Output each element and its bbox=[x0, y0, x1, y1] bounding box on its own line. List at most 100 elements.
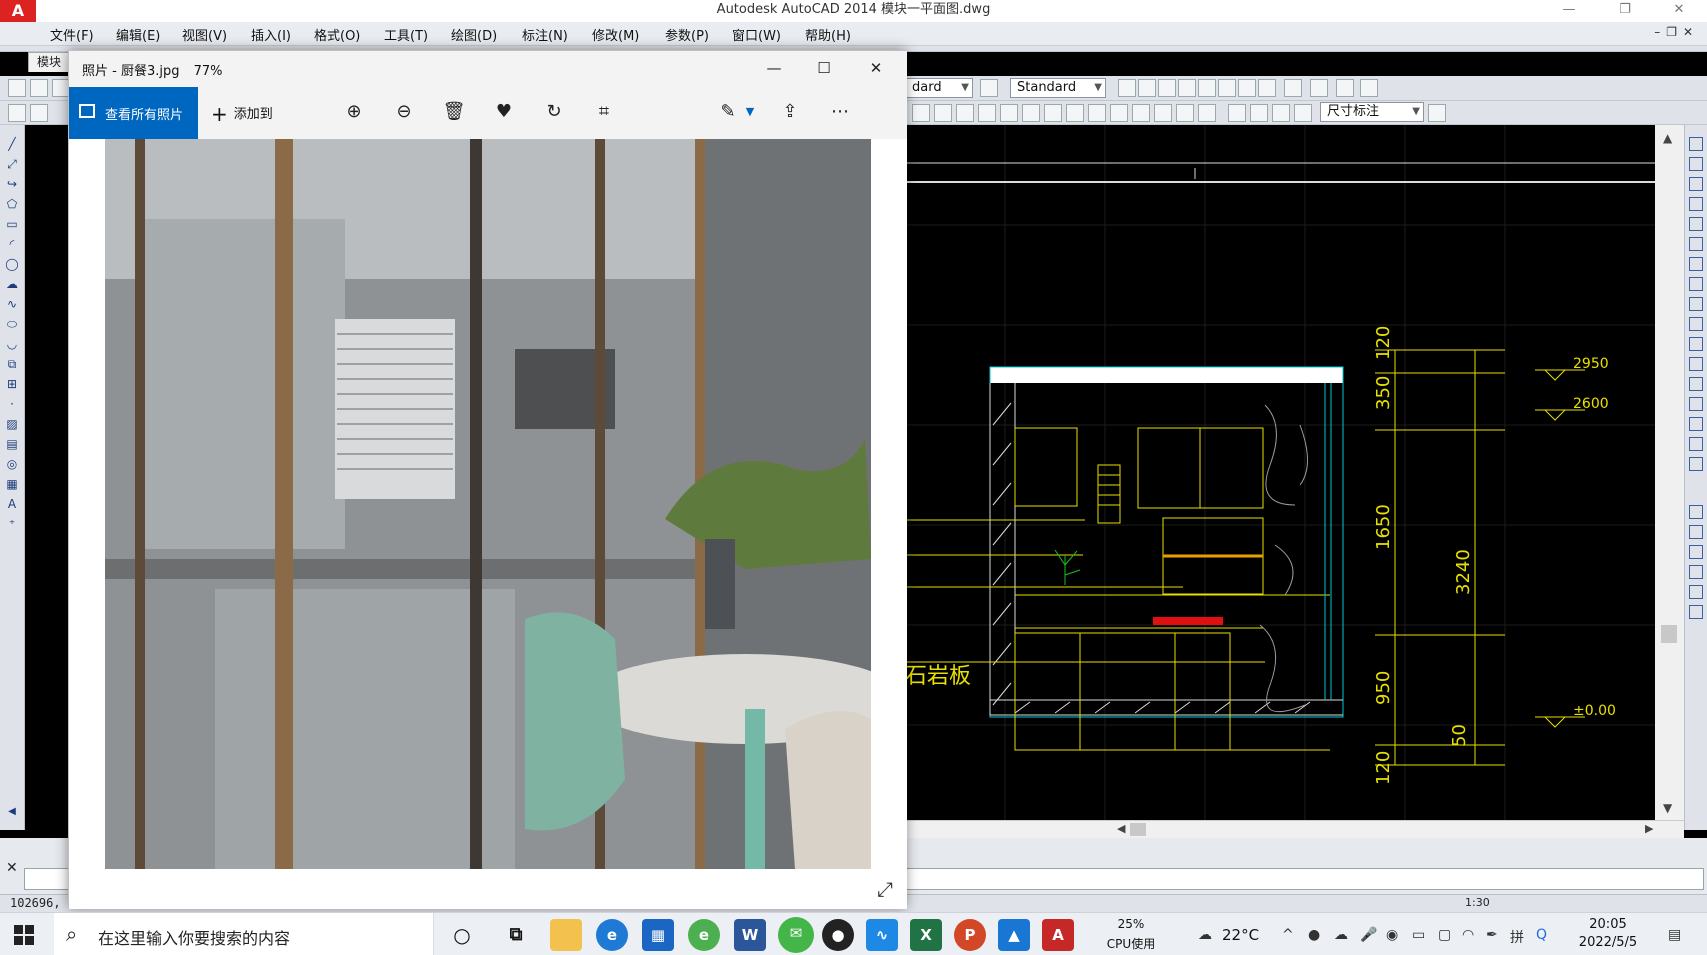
scroll-thumb[interactable] bbox=[1661, 625, 1677, 643]
table-draw-icon[interactable]: ▦ bbox=[4, 477, 20, 491]
point-icon[interactable]: · bbox=[4, 397, 20, 411]
onedrive-cloud-icon[interactable]: ☁ bbox=[1334, 927, 1348, 943]
add-selected-icon[interactable]: ⁺ bbox=[4, 517, 20, 531]
wifi-icon[interactable]: ◠ bbox=[1462, 927, 1474, 943]
green-browser-icon[interactable]: e bbox=[688, 919, 720, 951]
dim-edit-icon[interactable] bbox=[1228, 104, 1246, 122]
layer-tool-1-icon[interactable] bbox=[1689, 505, 1703, 519]
table-icon[interactable] bbox=[1284, 79, 1302, 97]
restore-icon[interactable]: ❐ bbox=[1602, 0, 1648, 22]
dim-baseline-icon[interactable] bbox=[1044, 104, 1062, 122]
open-file-icon[interactable] bbox=[30, 79, 48, 97]
layer-tool-4-icon[interactable] bbox=[1689, 565, 1703, 579]
photos-app-icon[interactable]: ▲ bbox=[998, 919, 1030, 951]
powerpoint-icon[interactable]: P bbox=[954, 919, 986, 951]
blend-icon[interactable] bbox=[1689, 437, 1703, 451]
drawing-canvas[interactable]: 120 350 1650 950 50 120 3240 2950 2600 ±… bbox=[905, 125, 1655, 820]
layer-tool-6-icon[interactable] bbox=[1689, 605, 1703, 619]
layer-previous-icon[interactable] bbox=[1360, 79, 1378, 97]
dim-text-edit-icon[interactable] bbox=[1250, 104, 1268, 122]
mtext-icon[interactable] bbox=[1138, 79, 1156, 97]
polyline-icon[interactable]: ↪ bbox=[4, 177, 20, 191]
scroll-up-icon[interactable]: ▲ bbox=[1663, 131, 1672, 145]
menu-help[interactable]: 帮助(H) bbox=[805, 25, 851, 44]
circle-icon[interactable]: ◯ bbox=[4, 257, 20, 271]
layer-state-icon[interactable] bbox=[1336, 79, 1354, 97]
dim-ordinate-icon[interactable] bbox=[956, 104, 974, 122]
menu-format[interactable]: 格式(O) bbox=[314, 25, 360, 44]
scale-icon[interactable] bbox=[1689, 277, 1703, 291]
menu-edit[interactable]: 编辑(E) bbox=[116, 25, 160, 44]
construction-line-icon[interactable]: ⤢ bbox=[4, 157, 20, 171]
dim-style-select-2[interactable]: 尺寸标注 ▼ bbox=[1320, 102, 1424, 122]
add-to-button[interactable]: + 添加到 bbox=[211, 102, 273, 126]
rotate-icon[interactable] bbox=[1689, 257, 1703, 271]
light-bulb-icon[interactable] bbox=[30, 104, 48, 122]
hatch-icon[interactable]: ▨ bbox=[4, 417, 20, 431]
excel-icon[interactable]: X bbox=[910, 919, 942, 951]
dim-break-icon[interactable] bbox=[1110, 104, 1128, 122]
rectangle-icon[interactable]: ▭ bbox=[4, 217, 20, 231]
spline-icon[interactable]: ∿ bbox=[4, 297, 20, 311]
multiline-text-icon[interactable]: A bbox=[4, 497, 20, 511]
layer-properties-icon[interactable] bbox=[8, 104, 26, 122]
polygon-icon[interactable]: ⬠ bbox=[4, 197, 20, 211]
crop-icon[interactable]: ⌗ bbox=[591, 99, 617, 125]
revision-cloud-icon[interactable]: ☁ bbox=[4, 277, 20, 291]
menu-insert[interactable]: 插入(I) bbox=[251, 25, 291, 44]
dim-linear-icon[interactable] bbox=[912, 104, 930, 122]
scroll-down-icon[interactable]: ▼ bbox=[1663, 801, 1672, 815]
minimize-icon[interactable]: — bbox=[1546, 0, 1592, 22]
region-icon[interactable]: ◎ bbox=[4, 457, 20, 471]
dim-style-edit-icon[interactable] bbox=[1428, 104, 1446, 122]
horizontal-scrollbar[interactable]: ◀ ▶ bbox=[905, 820, 1684, 838]
screen-record-icon[interactable]: ◉ bbox=[1386, 927, 1398, 943]
dim-continue-icon[interactable] bbox=[1066, 104, 1084, 122]
delete-icon[interactable]: 🗑 bbox=[441, 99, 467, 125]
layer-tool-3-icon[interactable] bbox=[1689, 545, 1703, 559]
dim-radius-icon[interactable] bbox=[978, 104, 996, 122]
tolerance-icon[interactable] bbox=[1132, 104, 1150, 122]
notification-center-icon[interactable]: ▤ bbox=[1668, 927, 1681, 943]
close-icon[interactable]: ✕ bbox=[1656, 0, 1702, 22]
text-edit-icon[interactable] bbox=[1158, 79, 1176, 97]
qq-tray-icon[interactable]: ● bbox=[1308, 927, 1320, 943]
dim-angular-icon[interactable] bbox=[1022, 104, 1040, 122]
task-view-cortana-icon[interactable]: ○ bbox=[446, 919, 478, 951]
text-style-select-partial[interactable]: dard ▼ bbox=[905, 78, 973, 98]
microsoft-store-icon[interactable]: ▦ bbox=[642, 919, 674, 951]
copy-icon[interactable] bbox=[1689, 157, 1703, 171]
scroll-right-icon[interactable]: ▶ bbox=[1645, 822, 1653, 835]
clock-time[interactable]: 20:05 bbox=[1568, 917, 1648, 932]
mirror-icon[interactable] bbox=[1689, 177, 1703, 191]
annotation-scale[interactable]: 1:30 bbox=[1465, 896, 1490, 909]
search-assistant-icon[interactable]: Q bbox=[1536, 927, 1547, 943]
word-icon[interactable]: W bbox=[734, 919, 766, 951]
temperature[interactable]: 22°C bbox=[1222, 926, 1259, 944]
layer-icon[interactable] bbox=[1310, 79, 1328, 97]
view-all-photos-button[interactable]: 查看所有照片 bbox=[69, 87, 198, 139]
menu-parameter[interactable]: 参数(P) bbox=[665, 25, 709, 44]
erase-icon[interactable] bbox=[1689, 137, 1703, 151]
gradient-icon[interactable]: ▤ bbox=[4, 437, 20, 451]
array-icon[interactable] bbox=[1689, 217, 1703, 231]
edit-chevron-down-icon[interactable]: ▼ bbox=[737, 99, 763, 125]
ime-icon[interactable]: 拼 bbox=[1510, 927, 1524, 947]
inspection-icon[interactable] bbox=[1176, 104, 1194, 122]
layer-tool-2-icon[interactable] bbox=[1689, 525, 1703, 539]
explode-icon[interactable] bbox=[1689, 457, 1703, 471]
fillet-icon[interactable] bbox=[1689, 417, 1703, 431]
more-options-icon[interactable]: ⋯ bbox=[827, 99, 853, 125]
menu-draw[interactable]: 绘图(D) bbox=[451, 25, 497, 44]
dim-override-icon[interactable] bbox=[1294, 104, 1312, 122]
menu-dimension[interactable]: 标注(N) bbox=[522, 25, 568, 44]
join-icon[interactable] bbox=[1689, 377, 1703, 391]
menu-window[interactable]: 窗口(W) bbox=[732, 25, 781, 44]
task-view-icon[interactable]: ⧉ bbox=[500, 919, 532, 951]
scroll-left-icon[interactable]: ◀ bbox=[1117, 822, 1125, 835]
show-hidden-icons-chevron-up-icon[interactable]: ^ bbox=[1282, 927, 1294, 943]
favorite-heart-icon[interactable]: ♥ bbox=[491, 99, 517, 125]
stretch-icon[interactable] bbox=[1689, 297, 1703, 311]
taskbar-search-box[interactable]: ⌕ 在这里输入你要搜索的内容 bbox=[54, 913, 434, 955]
photos-minimize-icon[interactable]: — bbox=[749, 51, 799, 87]
